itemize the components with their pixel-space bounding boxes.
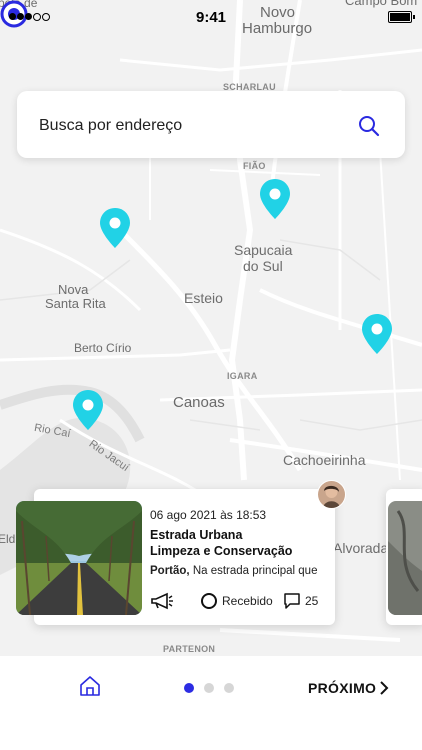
map-label-cachoeirinha: Cachoeirinha xyxy=(283,452,366,468)
status-circle-icon xyxy=(201,593,217,609)
map-pin-icon[interactable] xyxy=(99,208,131,248)
map-label-partenon: PARTENON xyxy=(163,644,216,654)
map-pin-icon[interactable] xyxy=(361,314,393,354)
map-label-fiao: FIÃO xyxy=(243,161,266,171)
megaphone-icon xyxy=(151,592,173,610)
report-photo xyxy=(16,501,142,615)
map-label-alvorada: Alvorada xyxy=(333,540,389,556)
bottom-bar xyxy=(0,656,422,750)
map-label-sapucaia-1: Sapucaia xyxy=(234,242,293,258)
battery-icon xyxy=(388,11,415,23)
page-dot xyxy=(224,683,234,693)
map-pin-icon[interactable] xyxy=(72,390,104,430)
comment-count: 25 xyxy=(305,594,319,608)
report-status: Recebido xyxy=(222,594,273,608)
report-location: Portão, xyxy=(150,565,190,577)
map-label-igara: IGARA xyxy=(227,371,258,381)
status-bar: 9:41 xyxy=(0,0,422,34)
map-label-sapucaia-2: do Sul xyxy=(243,258,283,274)
comment-icon[interactable] xyxy=(283,592,301,610)
search-input[interactable]: Busca por endereço xyxy=(39,117,182,135)
report-photo-next xyxy=(388,501,422,615)
chevron-right-icon[interactable] xyxy=(378,681,390,695)
user-avatar xyxy=(317,480,346,509)
report-description-text: Na estrada principal que xyxy=(189,565,318,577)
search-icon[interactable] xyxy=(358,115,380,137)
map-label-berto-cirio: Berto Círio xyxy=(74,341,132,355)
map-label-eldo: Eld xyxy=(0,532,16,546)
signal-strength-icon xyxy=(9,13,50,21)
map-label-nova-santa-rita-2: Santa Rita xyxy=(45,296,106,311)
status-time: 9:41 xyxy=(196,9,227,26)
map-label-nova-santa-rita-1: Nova xyxy=(58,282,89,297)
map-pin-icon[interactable] xyxy=(259,179,291,219)
next-button[interactable]: PRÓXIMO xyxy=(308,680,376,696)
home-icon[interactable] xyxy=(79,675,101,697)
map-label-canoas: Canoas xyxy=(173,394,225,411)
report-category: Estrada Urbana xyxy=(150,528,243,542)
page-indicator xyxy=(184,683,234,693)
search-bar[interactable]: Busca por endereço xyxy=(17,91,405,158)
report-description: Portão, Na estrada principal que xyxy=(150,565,330,577)
page-dot xyxy=(204,683,214,693)
map-label-esteio: Esteio xyxy=(184,290,223,306)
report-date: 06 ago 2021 às 18:53 xyxy=(150,508,267,522)
report-subcategory: Limpeza e Conservação xyxy=(150,544,293,558)
page-dot-active xyxy=(184,683,194,693)
